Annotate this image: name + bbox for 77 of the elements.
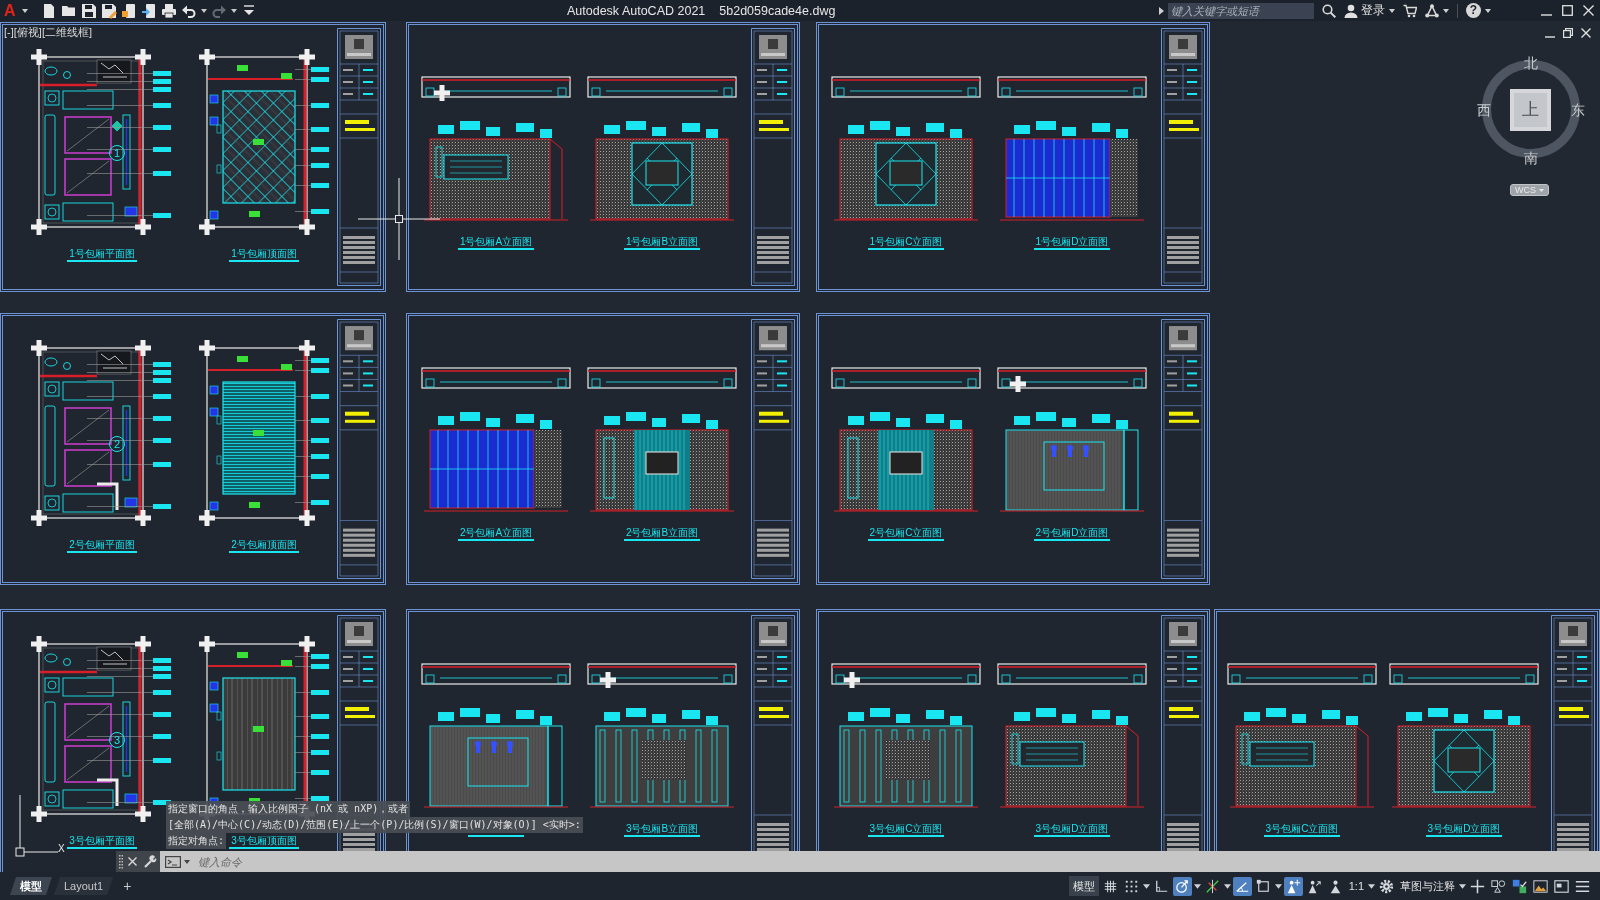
room-number-marker: 1 xyxy=(109,145,125,161)
drawing-caption: 1号包厢顶面图 xyxy=(229,248,299,262)
drawing-caption: 3号包厢D立面图 xyxy=(1425,823,1503,837)
drawing-caption: 1号包厢平面图 xyxy=(67,248,137,262)
caret-icon[interactable] xyxy=(184,859,190,864)
wrench-icon[interactable] xyxy=(144,855,157,868)
caret-icon[interactable] xyxy=(1223,883,1231,889)
caret-icon[interactable] xyxy=(21,8,28,13)
compass-label[interactable]: 东 xyxy=(1571,103,1585,117)
figure-sparkle-icon[interactable] xyxy=(1283,876,1303,896)
floppy-pencil-icon[interactable] xyxy=(100,2,117,19)
caret-icon[interactable] xyxy=(1443,8,1449,13)
caret-icon[interactable] xyxy=(1142,883,1150,889)
device-folder-icon[interactable] xyxy=(120,2,137,19)
angle-icon[interactable] xyxy=(1232,876,1252,896)
drawing-caption: 2号包厢平面图 xyxy=(67,539,137,553)
drawing-caption: 3号包厢平面图 xyxy=(67,835,137,849)
caret-icon[interactable] xyxy=(1459,883,1466,889)
drawing-caption: 3号包厢C立面图 xyxy=(1263,823,1341,837)
model-space-button[interactable]: 模型 xyxy=(1068,876,1099,896)
view-cube-face[interactable]: 上 xyxy=(1510,89,1551,131)
caret-icon[interactable] xyxy=(230,8,237,13)
caret-icon[interactable] xyxy=(1389,8,1395,13)
command-prompt-icon[interactable] xyxy=(165,855,181,868)
viewport-control[interactable]: [二维线框] xyxy=(41,26,93,39)
drawing-caption: 2号包厢D立面图 xyxy=(1033,527,1111,541)
drawing-caption: 1号包厢A立面图 xyxy=(457,236,535,250)
compass-label[interactable]: 北 xyxy=(1524,56,1538,70)
drawing-caption: 1号包厢D立面图 xyxy=(1033,236,1111,250)
drawing-caption: 3号包厢B立面图 xyxy=(623,823,701,837)
drawing-caption: 2号包厢A立面图 xyxy=(457,527,535,541)
layout-tab[interactable]: 模型 xyxy=(10,877,52,895)
ucs-axes-icon xyxy=(14,795,58,858)
network-nodes-icon[interactable] xyxy=(1425,3,1439,18)
drawing-caption: 3号包厢D立面图 xyxy=(1033,823,1111,837)
x-axis-label: X xyxy=(58,843,65,854)
drawing-caption: 1号包厢C立面图 xyxy=(867,236,945,250)
close-icon[interactable] xyxy=(1583,5,1594,16)
drawing-caption: 2号包厢顶面图 xyxy=(229,539,299,553)
caret-icon[interactable] xyxy=(1193,883,1201,889)
compass-label[interactable]: 西 xyxy=(1477,103,1491,117)
caret-icon[interactable] xyxy=(1368,883,1375,889)
cart-icon[interactable] xyxy=(1403,3,1417,18)
caret-icon[interactable] xyxy=(200,8,207,13)
sign-in-link[interactable]: 登录 xyxy=(1361,2,1385,19)
restore-icon[interactable] xyxy=(1563,28,1573,38)
device-arrow-icon[interactable] xyxy=(140,2,157,19)
crosshair-icon xyxy=(358,178,440,260)
drawing-caption: 3号包厢顶面图 xyxy=(229,835,299,849)
search-field[interactable]: 键入关键字或短语 xyxy=(1168,2,1314,19)
room-number-marker: 3 xyxy=(109,732,125,748)
close-icon[interactable] xyxy=(128,857,137,866)
close-icon[interactable] xyxy=(1581,28,1591,38)
help-button[interactable]: ? xyxy=(1466,3,1481,18)
viewport-control[interactable]: [-] xyxy=(4,26,14,39)
caret-icon[interactable] xyxy=(1485,8,1491,13)
app-title: Autodesk AutoCAD 2021 xyxy=(567,3,706,18)
grip-icon[interactable] xyxy=(119,854,123,869)
printer-icon[interactable] xyxy=(160,2,177,19)
viewport-control[interactable]: [俯视] xyxy=(13,26,42,39)
drawing-caption: 3号包厢C立面图 xyxy=(867,823,945,837)
compass-label[interactable]: 南 xyxy=(1524,151,1538,165)
caret-icon xyxy=(1539,188,1544,192)
room-number-marker: 2 xyxy=(109,436,125,452)
add-layout-button[interactable]: + xyxy=(123,877,132,895)
search-icon[interactable] xyxy=(1322,3,1336,18)
drawing-caption: 2号包厢B立面图 xyxy=(623,527,701,541)
caret-icon[interactable] xyxy=(1274,883,1282,889)
expand-arrow-icon[interactable] xyxy=(1159,6,1164,15)
drawing-caption: 2号包厢C立面图 xyxy=(867,527,945,541)
layout-tab[interactable]: Layout1 xyxy=(54,877,114,895)
drawing-caption: 1号包厢B立面图 xyxy=(623,236,701,250)
status-menu-button[interactable]: 草图与注释 xyxy=(1398,878,1457,894)
file-name: 5b2d059cade4e.dwg xyxy=(719,3,836,18)
status-menu-button[interactable]: 1:1 xyxy=(1346,880,1366,892)
user-icon[interactable] xyxy=(1344,3,1358,18)
maximize-icon[interactable] xyxy=(1562,5,1573,16)
